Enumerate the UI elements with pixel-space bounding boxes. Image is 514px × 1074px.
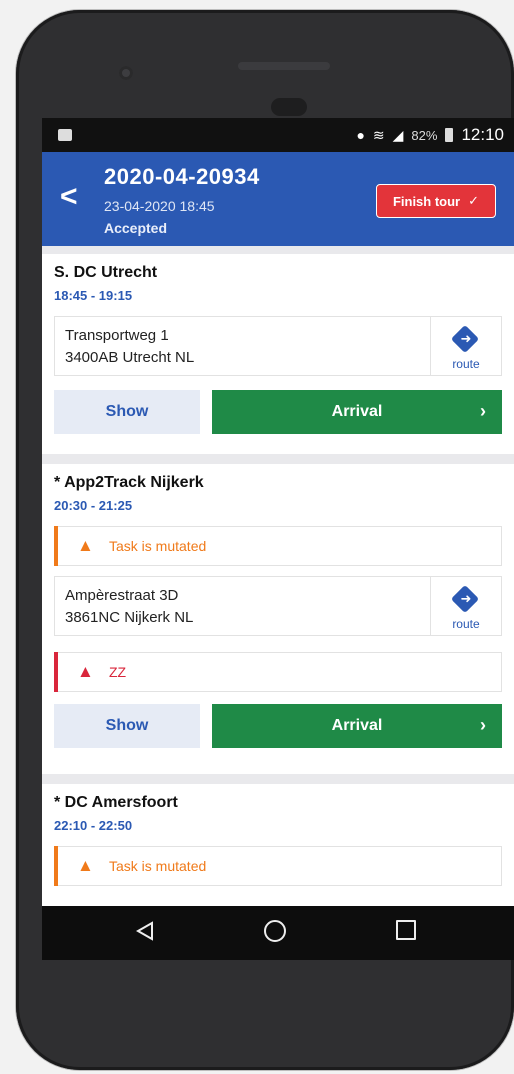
show-button[interactable]: Show [54, 704, 200, 748]
stop-time-window: 22:10 - 22:50 [54, 818, 133, 833]
proximity-sensor [271, 98, 307, 116]
system-navigation-bar [42, 906, 514, 960]
route-label: route [452, 617, 480, 631]
stop-time-window: 20:30 - 21:25 [54, 498, 133, 513]
alert-accent-bar [54, 526, 58, 566]
battery-percentage: 82% [411, 127, 438, 143]
mutated-alert: ▲ Task is mutated [54, 846, 502, 886]
stop-name: S. DC Utrecht [54, 264, 158, 281]
alert-text: Task is mutated [109, 858, 207, 874]
alert-text: ZZ [109, 664, 127, 680]
status-indicators: ● ≋ ◢ 82% 12:10 [356, 125, 504, 145]
address-city: 3861NC Nijkerk NL [65, 609, 194, 626]
nav-recents-icon[interactable] [396, 920, 416, 940]
warning-icon: ▲ [77, 856, 94, 875]
status-time: 12:10 [461, 125, 504, 144]
turn-right-arrow-icon: ➜ [460, 591, 472, 606]
route-button[interactable]: ➜ route [430, 577, 501, 635]
stop-card: * App2Track Nijkerk 20:30 - 21:25 ▲ Task… [42, 464, 514, 774]
route-button[interactable]: ➜ route [430, 317, 501, 375]
route-label: route [452, 357, 480, 371]
show-button[interactable]: Show [54, 390, 200, 434]
gallery-notification-icon [58, 129, 72, 141]
warning-icon: ▲ [77, 662, 94, 681]
location-icon: ● [356, 127, 365, 143]
stop-name: * App2Track Nijkerk [54, 474, 204, 491]
earpiece-speaker [238, 62, 330, 70]
signal-icon: ◢ [392, 126, 404, 143]
zz-alert: ▲ ZZ [54, 652, 502, 692]
nav-home-icon[interactable] [264, 920, 286, 942]
wifi-icon: ≋ [372, 126, 385, 143]
stop-name: * DC Amersfoort [54, 794, 178, 811]
address-street: Ampèrestraat 3D [65, 587, 179, 604]
stop-time-window: 18:45 - 19:15 [54, 288, 133, 303]
stop-card: S. DC Utrecht 18:45 - 19:15 Transportweg… [42, 254, 514, 454]
alert-accent-bar [54, 846, 58, 886]
tour-number: 2020-04-20934 [104, 164, 260, 189]
address-box: Transportweg 1 3400AB Utrecht NL ➜ route [54, 316, 502, 376]
chevron-right-icon: › [480, 401, 486, 421]
tour-status: Accepted [104, 220, 168, 236]
warning-icon: ▲ [77, 536, 94, 555]
address-street: Transportweg 1 [65, 327, 169, 344]
stop-card: * DC Amersfoort 22:10 - 22:50 ▲ Task is … [42, 784, 514, 906]
arrival-button[interactable]: Arrival › [212, 390, 502, 434]
address-box: Ampèrestraat 3D 3861NC Nijkerk NL ➜ rout… [54, 576, 502, 636]
checkmark-icon: ✓ [468, 193, 480, 208]
address-city: 3400AB Utrecht NL [65, 349, 195, 366]
app-header: < 2020-04-20934 23-04-2020 18:45 Accepte… [42, 152, 514, 246]
finish-tour-label: Finish tour [392, 193, 461, 209]
status-bar: ● ≋ ◢ 82% 12:10 [42, 118, 514, 152]
mutated-alert: ▲ Task is mutated [54, 526, 502, 566]
battery-icon [445, 128, 454, 142]
turn-right-arrow-icon: ➜ [460, 331, 472, 346]
arrival-button[interactable]: Arrival › [212, 704, 502, 748]
alert-accent-bar [54, 652, 58, 692]
alert-text: Task is mutated [109, 538, 207, 554]
phone-screen: ● ≋ ◢ 82% 12:10 < 2020-04-20934 23-04-20… [42, 118, 514, 960]
finish-tour-button[interactable]: Finish tour ✓ [376, 184, 496, 218]
arrival-label: Arrival [331, 717, 383, 734]
front-camera [119, 66, 133, 80]
arrival-label: Arrival [331, 403, 383, 420]
tour-date: 23-04-2020 18:45 [104, 198, 215, 214]
back-arrow-icon[interactable]: < [60, 180, 78, 214]
chevron-right-icon: › [480, 715, 486, 735]
stop-list[interactable]: S. DC Utrecht 18:45 - 19:15 Transportweg… [42, 246, 514, 906]
nav-back-icon[interactable] [134, 920, 156, 942]
